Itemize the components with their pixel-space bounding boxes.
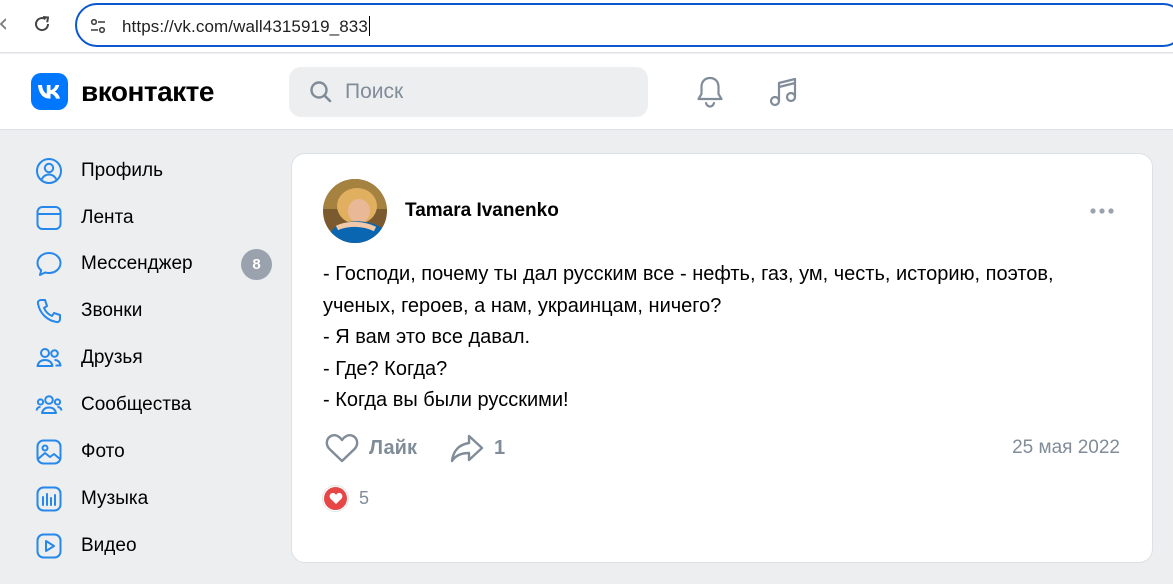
sidebar-item-label: Друзья (81, 347, 143, 368)
notifications-button[interactable] (690, 72, 730, 112)
tune-icon[interactable] (89, 17, 107, 35)
url-text[interactable]: https://vk.com/wall4315919_833 (122, 16, 370, 37)
reload-button[interactable] (28, 10, 56, 38)
sidebar-item-label: Звонки (81, 300, 143, 321)
sidebar-item-label: Сообщества (81, 394, 192, 415)
feed-icon (34, 203, 64, 233)
sidebar-item-label: Фото (81, 441, 125, 462)
sidebar-item-label: Профиль (81, 160, 164, 181)
like-button[interactable]: Лайк (325, 432, 417, 464)
heart-reaction-icon (323, 485, 348, 511)
phone-icon (34, 296, 64, 326)
share-count: 1 (494, 436, 506, 459)
sidebar-item-messenger[interactable]: Мессенджер 8 (34, 244, 279, 284)
chat-bubble-icon (34, 249, 64, 279)
sidebar-item-communities[interactable]: Сообщества (34, 385, 279, 425)
reactions-summary[interactable]: 5 (323, 485, 369, 511)
post-text-line: - Господи, почему ты дал русским все - н… (323, 263, 1054, 285)
music-note-icon (769, 77, 797, 107)
browser-toolbar: https://vk.com/wall4315919_833 (0, 0, 1173, 53)
profile-icon (34, 156, 64, 186)
sidebar-item-video[interactable]: Видео (34, 526, 279, 566)
video-icon (34, 531, 64, 561)
reaction-count: 5 (359, 487, 370, 508)
sidebar-item-label: Мессенджер (81, 253, 193, 274)
back-arrow-icon[interactable] (0, 17, 7, 31)
music-icon (34, 484, 64, 514)
post-date[interactable]: 25 мая 2022 (1012, 437, 1120, 459)
vk-logo-icon (31, 73, 68, 110)
post-text-line: ученых, героев, а нам, украинцам, ничего… (323, 294, 722, 317)
avatar[interactable] (323, 179, 387, 243)
photo-icon (34, 437, 64, 467)
sidebar-item-photo[interactable]: Фото (34, 432, 279, 472)
sidebar-item-profile[interactable]: Профиль (34, 151, 279, 191)
sidebar-item-label: Видео (81, 535, 137, 556)
share-arrow-icon (450, 434, 484, 463)
sidebar-item-label: Лента (81, 207, 134, 228)
address-bar[interactable]: https://vk.com/wall4315919_833 (75, 3, 1173, 47)
more-dots-icon (1090, 208, 1114, 214)
wall-post: Tamara Ivanenko - Господи, почему ты дал… (291, 153, 1153, 563)
vk-logo[interactable]: вконтакте (31, 73, 214, 110)
post-text-line: - Где? Когда? (323, 357, 448, 380)
like-label: Лайк (369, 436, 417, 459)
music-button[interactable] (764, 72, 804, 112)
vk-logo-text: вконтакте (81, 75, 214, 107)
sidebar-nav: Профиль Лента Мессенджер 8 Звонки Друзья… (0, 130, 290, 584)
search-icon (310, 81, 332, 103)
heart-outline-icon (325, 434, 359, 463)
search-box[interactable] (289, 67, 648, 117)
search-input[interactable] (345, 67, 625, 117)
post-text-line: - Я вам это все давал. (323, 326, 531, 348)
bell-icon (697, 76, 723, 108)
communities-icon (34, 390, 64, 420)
more-options-button[interactable] (1087, 200, 1117, 222)
sidebar-item-friends[interactable]: Друзья (34, 338, 279, 378)
unread-badge: 8 (241, 249, 272, 280)
sidebar-item-music[interactable]: Музыка (34, 479, 279, 519)
sidebar-item-feed[interactable]: Лента (34, 198, 279, 238)
site-header: вконтакте (0, 54, 1173, 130)
share-button[interactable]: 1 (450, 432, 505, 464)
post-text: - Господи, почему ты дал русским все - н… (323, 259, 1133, 417)
post-text-line: - Когда вы были русскими! (323, 389, 569, 411)
sidebar-item-label: Музыка (81, 488, 149, 509)
friends-icon (34, 343, 64, 373)
reload-icon (35, 16, 50, 32)
post-author-name[interactable]: Tamara Ivanenko (405, 200, 559, 222)
sidebar-item-calls[interactable]: Звонки (34, 291, 279, 331)
